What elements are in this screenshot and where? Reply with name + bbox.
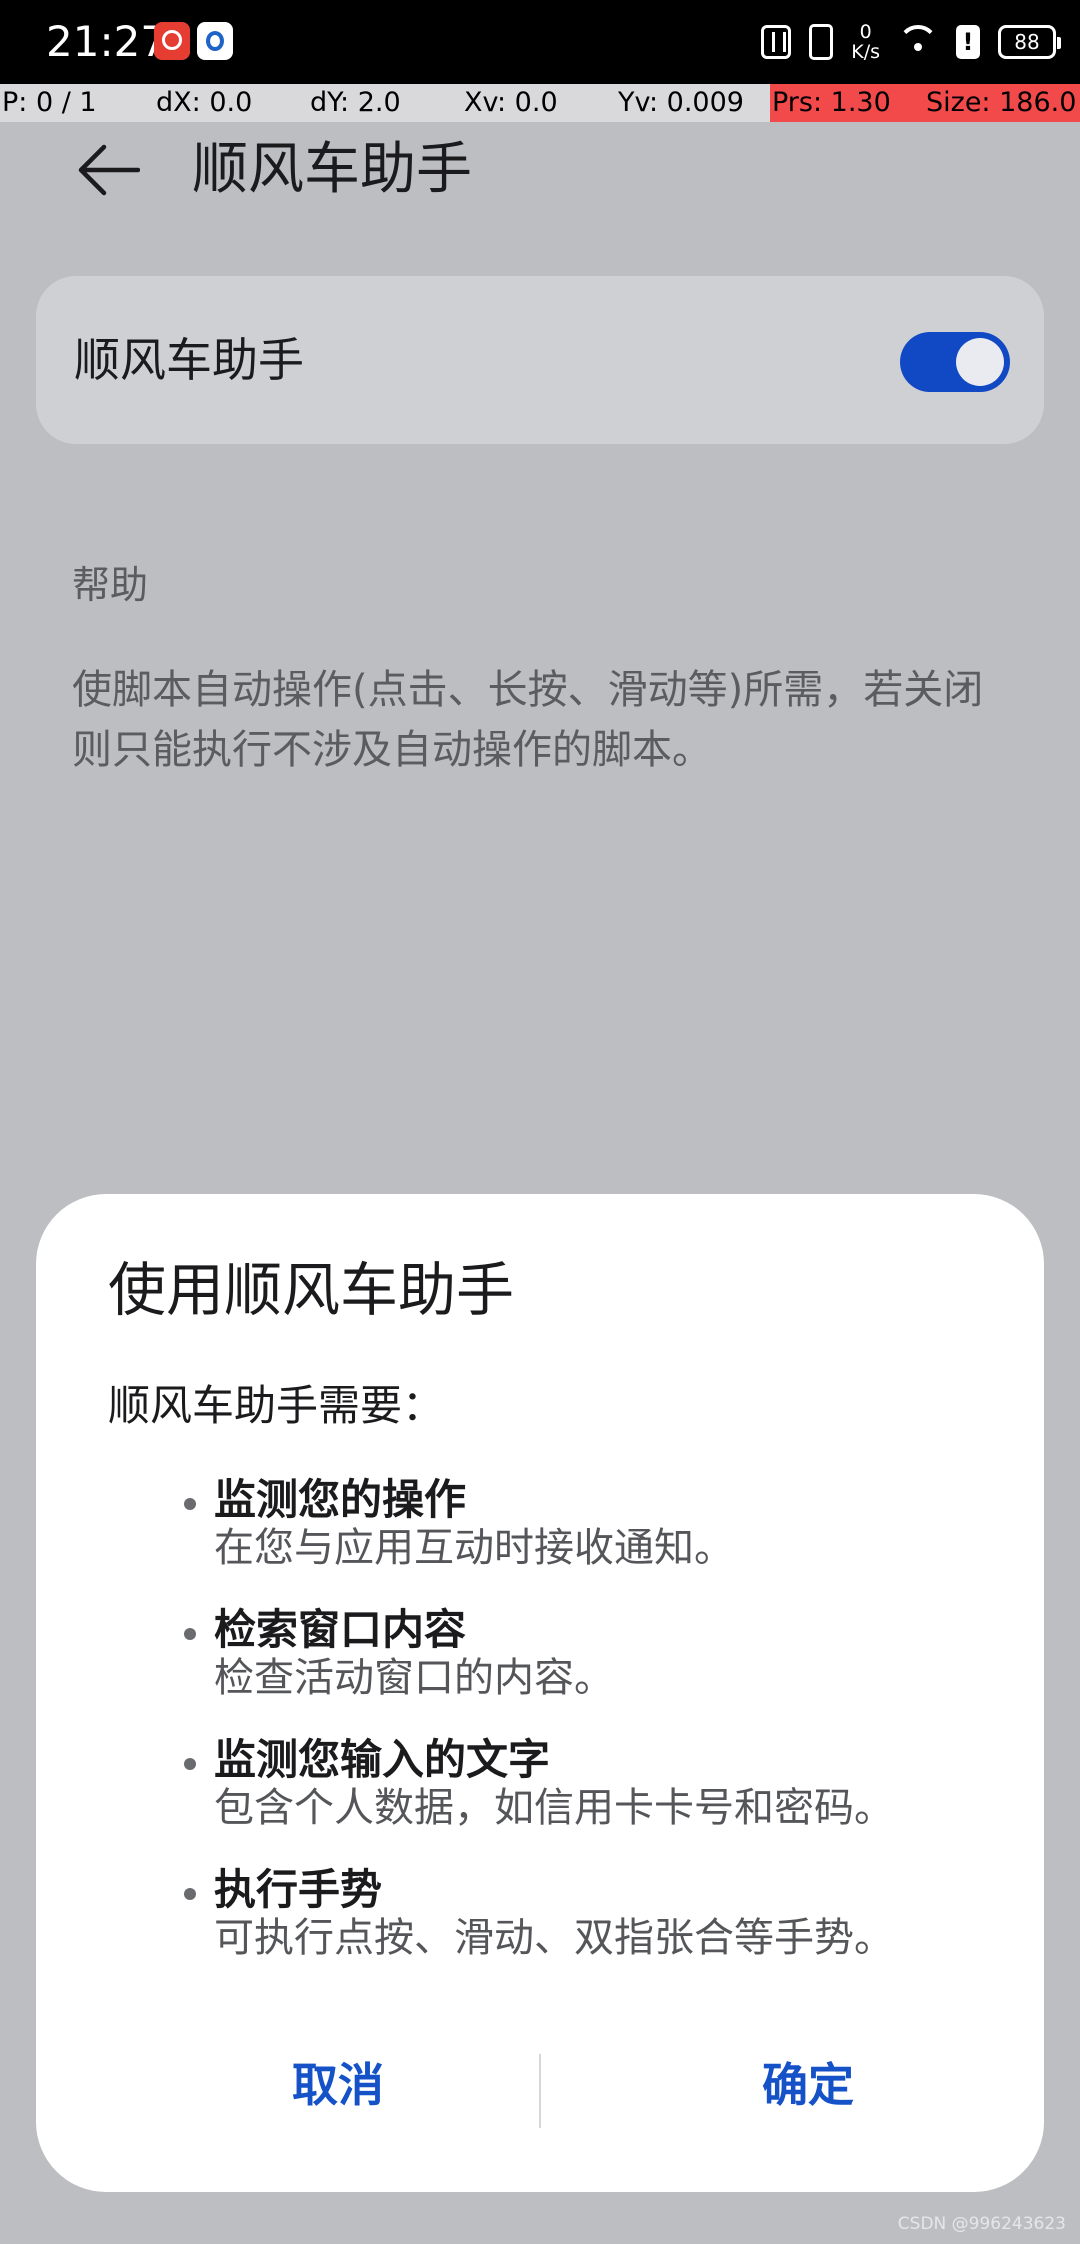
network-speed-value: 0 <box>859 21 872 43</box>
watermark: CSDN @996243623 <box>897 2214 1066 2234</box>
permission-item: 监测您输入的文字 包含个人数据，如信用卡卡号和密码。 <box>184 1735 1014 1832</box>
help-text: 使脚本自动操作(点击、长按、滑动等)所需，若关闭则只能执行不涉及自动操作的脚本。 <box>72 667 984 773</box>
pointer-location-bar: P: 0 / 1 dX: 0.0 dY: 2.0 Xv: 0.0 Yv: 0.0… <box>0 84 1080 122</box>
debug-size: Size: 186.0 <box>924 84 1080 122</box>
network-speed: 0 K/s <box>851 22 880 62</box>
nfc-icon <box>761 25 792 59</box>
service-label: 顺风车助手 <box>74 333 304 387</box>
permission-item: 检索窗口内容 检查活动窗口的内容。 <box>184 1605 1014 1702</box>
debug-yv: Yv: 0.009 <box>618 87 744 118</box>
permission-desc: 在您与应用互动时接收通知。 <box>214 1525 734 1571</box>
debug-prs: Prs: 1.30 <box>770 84 924 122</box>
permission-desc: 检查活动窗口的内容。 <box>214 1655 614 1701</box>
alert-icon: ! <box>956 25 980 59</box>
wifi-icon <box>898 25 938 59</box>
debug-pointer: P: 0 / 1 <box>2 87 97 118</box>
permission-item: 监测您的操作 在您与应用互动时接收通知。 <box>184 1475 1014 1572</box>
debug-xv: Xv: 0.0 <box>464 87 558 118</box>
bullet-icon <box>184 1498 196 1510</box>
app-notification-icon <box>197 22 233 60</box>
permission-item: 执行手势 可执行点按、滑动、双指张合等手势。 <box>184 1865 1014 1962</box>
permission-desc: 包含个人数据，如信用卡卡号和密码。 <box>214 1785 894 1831</box>
permission-dialog: 使用顺风车助手 顺风车助手需要： 监测您的操作 在您与应用互动时接收通知。 检索… <box>36 1194 1044 2192</box>
bullet-icon <box>184 1758 196 1770</box>
vibrate-icon <box>809 24 834 60</box>
confirm-button[interactable]: 确定 <box>598 2040 1018 2130</box>
permission-title: 执行手势 <box>214 1865 383 1914</box>
bullet-icon <box>184 1628 196 1640</box>
button-divider <box>539 2054 541 2128</box>
page-title: 顺风车助手 <box>192 137 472 202</box>
bullet-icon <box>184 1888 196 1900</box>
battery-icon: 88 <box>998 25 1061 59</box>
help-heading: 帮助 <box>72 563 149 607</box>
back-arrow-icon[interactable] <box>78 144 140 196</box>
status-icons: 0 K/s ! 88 <box>761 20 1061 64</box>
service-toggle[interactable] <box>900 332 1010 392</box>
permission-title: 监测您输入的文字 <box>214 1735 551 1784</box>
status-time: 21:27 <box>46 17 168 66</box>
network-speed-unit: K/s <box>851 41 880 63</box>
app-notification-icon <box>154 22 190 60</box>
permission-title: 检索窗口内容 <box>214 1605 467 1654</box>
battery-level: 88 <box>1014 30 1040 54</box>
dialog-title: 使用顺风车助手 <box>108 1256 515 1324</box>
debug-dx: dX: 0.0 <box>156 87 253 118</box>
dialog-intro: 顺风车助手需要： <box>108 1381 445 1430</box>
permission-desc: 可执行点按、滑动、双指张合等手势。 <box>214 1915 894 1961</box>
debug-dy: dY: 2.0 <box>310 87 401 118</box>
service-toggle-card[interactable]: 顺风车助手 <box>36 276 1044 444</box>
cancel-button[interactable]: 取消 <box>128 2040 548 2130</box>
status-bar: 21:27 0 K/s ! 88 <box>0 0 1080 84</box>
permission-title: 监测您的操作 <box>214 1475 467 1524</box>
